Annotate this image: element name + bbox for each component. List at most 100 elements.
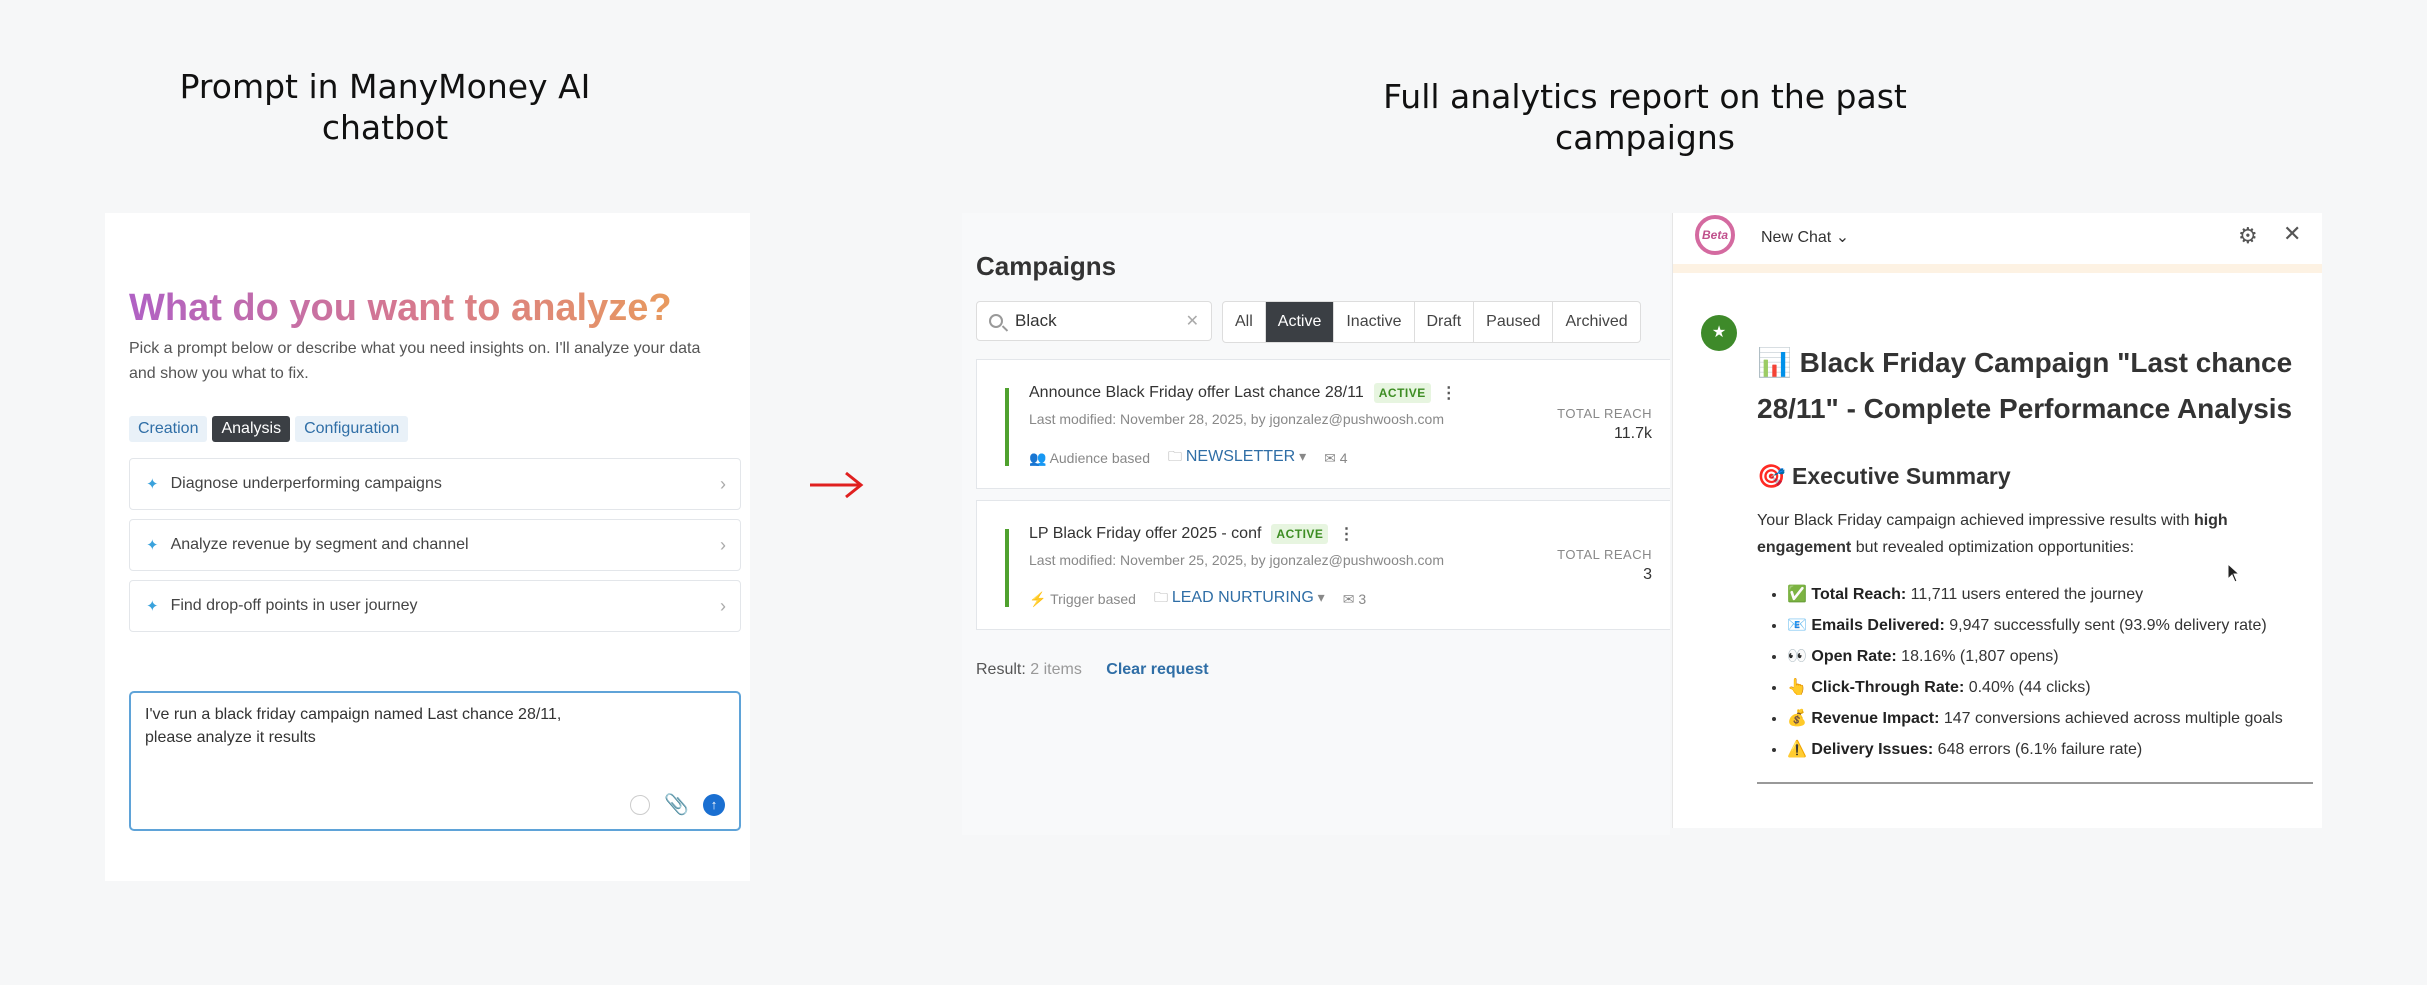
result-count: 2 items [1030, 661, 1082, 678]
reach-value: 11.7k [1614, 425, 1652, 442]
chevron-down-icon: ⌄ [1835, 229, 1850, 246]
summary-heading: 🎯 Executive Summary [1757, 463, 2011, 489]
status-badge: ACTIVE [1271, 524, 1329, 544]
status-badge: ACTIVE [1373, 383, 1431, 403]
search-icon [989, 314, 1003, 328]
chevron-down-icon[interactable]: ▾ [1299, 448, 1306, 464]
metric-label: Revenue Impact: [1811, 710, 1940, 727]
chat-header: Beta New Chat ⌄ ⚙ ✕ [1673, 213, 2322, 273]
metric-label: Total Reach: [1811, 586, 1907, 603]
mouse-cursor-icon [2227, 563, 2241, 583]
campaign-modified: Last modified: November 28, 2025, by jgo… [1029, 411, 1444, 427]
reach-label: TOTAL REACH [1557, 547, 1652, 562]
check-icon: ✅ [1787, 586, 1807, 603]
campaign-name[interactable]: Announce Black Friday offer Last chance … [1029, 384, 1364, 402]
metric-text: 147 conversions achieved across multiple… [1939, 710, 2283, 727]
intro-prefix: Your Black Friday campaign achieved impr… [1757, 512, 2194, 529]
campaign-card[interactable]: LP Black Friday offer 2025 - conf ACTIVE… [976, 500, 1670, 630]
metric-text: 18.16% (1,807 opens) [1896, 648, 2059, 665]
folder-icon: 🗀 [1167, 448, 1182, 464]
audience-icon: 👥 [1029, 449, 1047, 466]
eyes-icon: 👀 [1787, 648, 1807, 665]
prompt-revenue[interactable]: ✦ Analyze revenue by segment and channel… [129, 519, 741, 571]
tab-analysis[interactable]: Analysis [212, 416, 291, 442]
new-chat-label: New Chat [1761, 229, 1832, 246]
reach-label: TOTAL REACH [1557, 406, 1652, 421]
campaigns-title: Campaigns [976, 251, 1117, 281]
campaign-type: Audience based [1049, 449, 1150, 466]
status-bar [1005, 529, 1009, 607]
attach-icon[interactable]: 📎 [664, 792, 689, 817]
search-input[interactable]: Black ✕ [976, 301, 1212, 341]
close-icon[interactable]: ✕ [2283, 221, 2301, 247]
campaign-folder[interactable]: LEAD NURTURING [1172, 589, 1314, 606]
metric-label: Click-Through Rate: [1811, 679, 1965, 696]
more-options-icon[interactable]: ⋮ [1441, 383, 1457, 403]
clear-search-icon[interactable]: ✕ [1186, 311, 1199, 331]
campaign-folder[interactable]: NEWSLETTER [1186, 448, 1295, 465]
mail-icon: ✉ [1324, 449, 1336, 466]
status-filters: All Active Inactive Draft Paused Archive… [1222, 301, 1641, 343]
filter-active[interactable]: Active [1265, 302, 1335, 342]
gear-icon[interactable]: ⚙ [2238, 223, 2258, 249]
chevron-down-icon[interactable]: ▾ [1318, 589, 1325, 605]
chevron-right-icon: › [720, 473, 726, 494]
reach-value: 3 [1643, 566, 1652, 583]
analyze-subtitle: Pick a prompt below or describe what you… [129, 340, 701, 382]
clear-request-link[interactable]: Clear request [1106, 661, 1208, 678]
sparkle-icon: ✦ [146, 598, 159, 615]
money-bag-icon: 💰 [1787, 710, 1807, 727]
filter-paused[interactable]: Paused [1474, 302, 1554, 342]
pointer-icon: 👆 [1787, 679, 1807, 696]
list-item: 📧 Emails Delivered: 9,947 successfully s… [1787, 610, 2313, 641]
campaigns-panel: Campaigns Black ✕ All Active Inactive Dr… [962, 213, 1670, 835]
filter-all[interactable]: All [1223, 302, 1266, 342]
intro-suffix: but revealed optimization opportunities: [1851, 539, 2135, 556]
more-options-icon[interactable]: ⋮ [1338, 524, 1354, 544]
chat-input-text[interactable]: I've run a black friday campaign named L… [145, 703, 725, 749]
filter-draft[interactable]: Draft [1415, 302, 1475, 342]
campaign-card[interactable]: Announce Black Friday offer Last chance … [976, 359, 1670, 489]
folder-icon: 🗀 [1153, 589, 1168, 605]
beta-logo: Beta [1695, 215, 1735, 255]
metrics-list: ✅ Total Reach: 11,711 users entered the … [1773, 579, 2313, 765]
filter-archived[interactable]: Archived [1553, 302, 1639, 342]
campaign-name[interactable]: LP Black Friday offer 2025 - conf [1029, 525, 1261, 543]
tab-configuration[interactable]: Configuration [295, 416, 409, 442]
list-item: ✅ Total Reach: 11,711 users entered the … [1787, 579, 2313, 610]
caption-left: Prompt in ManyMoney AI chatbot [179, 67, 591, 147]
filter-inactive[interactable]: Inactive [1334, 302, 1415, 342]
divider [1757, 782, 2313, 784]
new-chat-dropdown[interactable]: New Chat ⌄ [1761, 227, 1849, 247]
metric-label: Emails Delivered: [1811, 617, 1945, 634]
prompt-diagnose[interactable]: ✦ Diagnose underperforming campaigns › [129, 458, 741, 510]
analyze-title: What do you want to analyze? [129, 287, 672, 329]
result-summary: Result: 2 items Clear request [976, 661, 1209, 679]
metric-text: 9,947 successfully sent (93.9% delivery … [1944, 617, 2267, 634]
tab-creation[interactable]: Creation [129, 416, 208, 442]
campaign-modified: Last modified: November 25, 2025, by jgo… [1029, 552, 1444, 568]
chat-input[interactable]: I've run a black friday campaign named L… [129, 691, 741, 831]
report-title: 📊 Black Friday Campaign "Last chance 28/… [1757, 347, 2293, 424]
analyze-panel: What do you want to analyze? Pick a prom… [105, 213, 750, 881]
metric-text: 11,711 users entered the journey [1906, 586, 2144, 603]
prompt-label: Diagnose underperforming campaigns [170, 475, 442, 492]
email-icon: 📧 [1787, 617, 1807, 634]
list-item: ⚠️ Delivery Issues: 648 errors (6.1% fai… [1787, 734, 2313, 765]
chat-panel: Beta New Chat ⌄ ⚙ ✕ ★ 📊 Black Friday Cam… [1672, 213, 2322, 828]
send-button[interactable]: ↑ [703, 793, 725, 816]
metric-text: 0.40% (44 clicks) [1964, 679, 2091, 696]
sparkle-icon: ✦ [146, 476, 159, 493]
search-value[interactable]: Black [1015, 311, 1186, 331]
warning-icon: ⚠️ [1787, 741, 1807, 758]
prompt-label: Find drop-off points in user journey [170, 597, 418, 614]
chevron-right-icon: › [720, 595, 726, 616]
loading-circle-icon [630, 794, 651, 815]
prompt-dropoff[interactable]: ✦ Find drop-off points in user journey › [129, 580, 741, 632]
result-label: Result: [976, 661, 1026, 678]
campaign-type: Trigger based [1050, 590, 1136, 607]
metric-label: Delivery Issues: [1811, 741, 1934, 758]
prompt-tabs: Creation Analysis Configuration [129, 416, 409, 442]
prompt-label: Analyze revenue by segment and channel [170, 536, 469, 553]
status-bar [1005, 388, 1009, 466]
